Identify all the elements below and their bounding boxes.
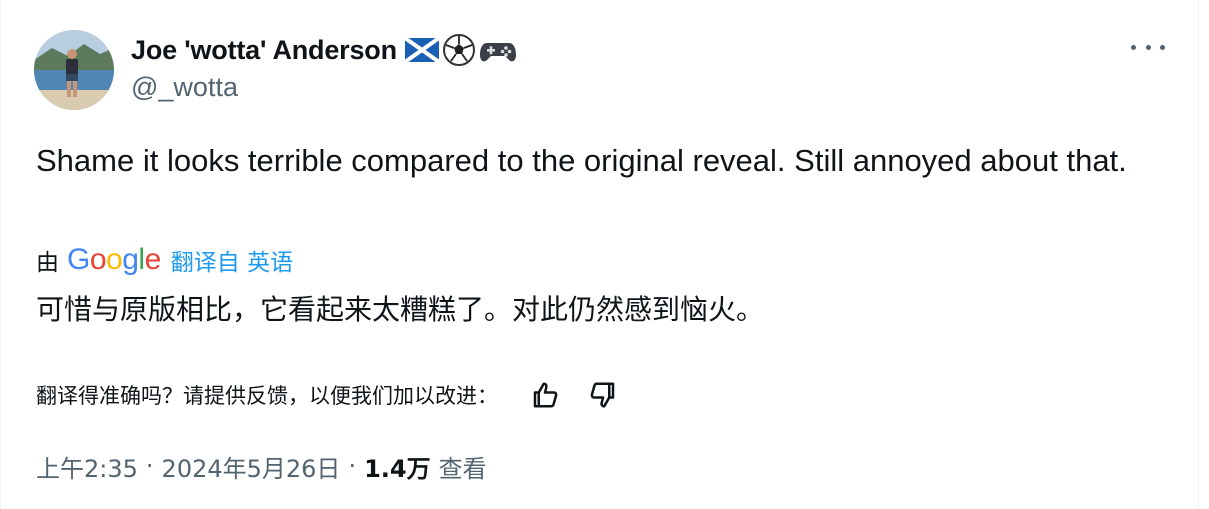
game-controller-icon — [479, 43, 516, 62]
meta-separator: · — [145, 452, 154, 480]
google-logo: Google — [67, 243, 161, 276]
tweet-time[interactable]: 上午2:35 — [36, 449, 138, 484]
author-name-row: Joe 'wotta' Anderson — [131, 30, 517, 70]
thumbs-up-button[interactable] — [528, 378, 562, 412]
author-name[interactable]: Joe 'wotta' Anderson — [131, 35, 397, 66]
more-options-button[interactable] — [1131, 40, 1165, 54]
views-count: 1.4万 — [364, 454, 431, 483]
avatar[interactable] — [34, 30, 114, 110]
thumbs-down-icon — [590, 382, 615, 408]
soccer-ball-icon — [442, 34, 475, 66]
tweet-text: Shame it looks terrible compared to the … — [36, 143, 1127, 178]
thumbs-down-button[interactable] — [586, 378, 620, 412]
views-label: 查看 — [438, 454, 487, 483]
thumbs-up-icon — [533, 382, 558, 408]
scotland-flag-icon — [404, 38, 439, 62]
feedback-question: 翻译得准确吗？请提供反馈，以便我们加以改进： — [36, 384, 498, 408]
more-dot-icon — [1131, 44, 1136, 50]
meta-separator: · — [348, 452, 357, 480]
author-handle[interactable]: @_wotta — [131, 72, 238, 103]
translated-by-label: 由 — [36, 250, 59, 276]
author-emojis — [404, 33, 517, 67]
avatar-image — [34, 30, 114, 110]
tweet-date[interactable]: 2024年5月26日 — [162, 449, 341, 484]
more-dot-icon — [1145, 44, 1151, 50]
translated-text: 可惜与原版相比，它看起来太糟糕了。对此仍然感到恼火。 — [36, 293, 765, 326]
translation-feedback: 翻译得准确吗？请提供反馈，以便我们加以改进： — [36, 376, 620, 414]
more-dot-icon — [1160, 44, 1165, 50]
tweet-card: Joe 'wotta' Anderson @_wotta Shame it lo… — [0, 0, 1199, 509]
translation-attribution: 由 Google 翻译自 英语 — [36, 240, 293, 280]
translated-from-link[interactable]: 翻译自 英语 — [171, 243, 293, 277]
tweet-meta: 上午2:35 · 2024年5月26日 · 1.4万 查看 — [36, 446, 487, 486]
